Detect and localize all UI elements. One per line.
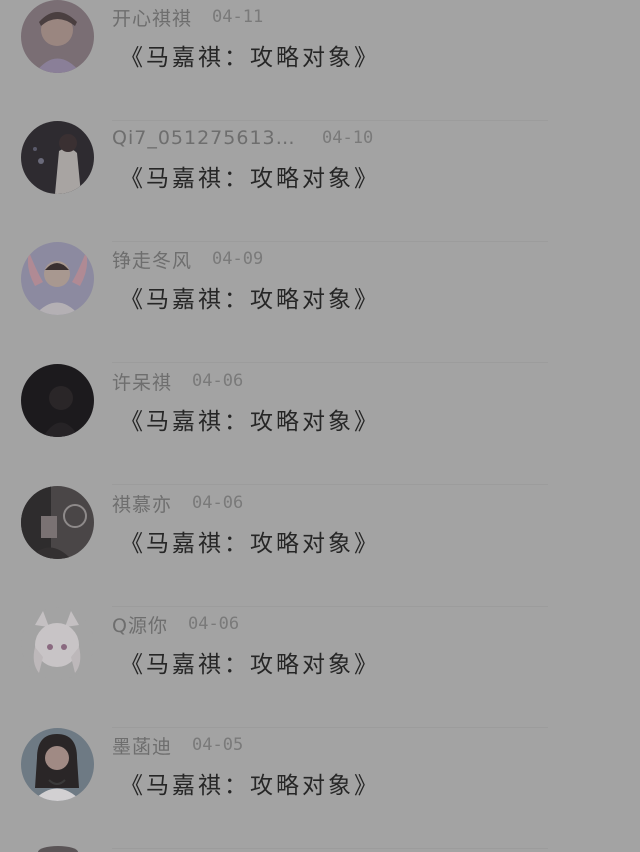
username[interactable]: Qi7_05127561300… <box>112 127 302 149</box>
username[interactable]: 铮走冬风 <box>112 246 192 273</box>
avatar[interactable] <box>21 486 94 559</box>
avatar[interactable] <box>21 728 94 801</box>
avatar-image <box>21 728 94 801</box>
comment-date: 04-09 <box>212 249 264 269</box>
avatar[interactable] <box>21 0 94 73</box>
avatar-image <box>21 364 94 437</box>
comment-text: 《马嘉祺：攻略对象》 <box>120 287 380 313</box>
comment-text: 《马嘉祺：攻略对象》 <box>120 409 380 435</box>
comment-meta: Q源你 04-06 <box>112 611 239 637</box>
comment-item[interactable]: Q源你 04-06 《马嘉祺：攻略对象》 <box>0 607 640 728</box>
avatar[interactable] <box>38 846 78 852</box>
avatar-image <box>21 121 94 194</box>
username[interactable]: 祺慕亦 <box>112 490 172 517</box>
avatar[interactable] <box>21 121 94 194</box>
comment-date: 04-06 <box>187 614 240 634</box>
comment-item[interactable]: 开心祺祺 04-11 《马嘉祺：攻略对象》 <box>0 0 640 121</box>
comment-item[interactable]: 祺慕亦 04-06 《马嘉祺：攻略对象》 <box>0 486 640 607</box>
comment-date: 04-11 <box>212 7 264 27</box>
comment-meta: 开心祺祺 04-11 <box>112 4 263 30</box>
avatar[interactable] <box>21 242 94 315</box>
comment-list: 开心祺祺 04-11 《马嘉祺：攻略对象》 Qi7_05127561300… 0… <box>0 0 640 852</box>
avatar[interactable] <box>21 364 94 437</box>
username[interactable]: 许呆祺 <box>112 368 172 395</box>
comment-text: 《马嘉祺：攻略对象》 <box>120 45 380 71</box>
comment-date: 04-05 <box>192 735 244 755</box>
username[interactable]: Q源你 <box>112 611 168 638</box>
avatar-image <box>21 607 94 680</box>
comment-meta: 许呆祺 04-06 <box>112 368 243 394</box>
comment-text: 《马嘉祺：攻略对象》 <box>120 531 380 557</box>
comment-item[interactable]: 铮走冬风 04-09 《马嘉祺：攻略对象》 <box>0 242 640 363</box>
comment-text: 《马嘉祺：攻略对象》 <box>120 652 380 678</box>
avatar-image <box>21 242 94 315</box>
username[interactable]: 开心祺祺 <box>112 4 192 31</box>
comment-item[interactable]: 许呆祺 04-06 《马嘉祺：攻略对象》 <box>0 364 640 485</box>
comment-date: 04-06 <box>192 371 244 391</box>
comment-date: 04-06 <box>192 493 244 513</box>
comment-text: 《马嘉祺：攻略对象》 <box>120 166 380 192</box>
comment-item[interactable]: 墨菡迪 04-05 《马嘉祺：攻略对象》 <box>0 728 640 849</box>
comment-meta: 墨菡迪 04-05 <box>112 732 243 758</box>
comment-meta: 铮走冬风 04-09 <box>112 246 263 272</box>
comment-meta: 祺慕亦 04-06 <box>112 490 243 516</box>
avatar-image <box>21 486 94 559</box>
avatar-image <box>21 0 94 73</box>
avatar[interactable] <box>21 607 94 680</box>
comment-item[interactable]: Qi7_05127561300… 04-10 《马嘉祺：攻略对象》 <box>0 121 640 242</box>
comment-text: 《马嘉祺：攻略对象》 <box>120 773 380 799</box>
username[interactable]: 墨菡迪 <box>112 732 172 759</box>
comment-meta: Qi7_05127561300… 04-10 <box>112 125 373 151</box>
comment-date: 04-10 <box>322 128 374 148</box>
